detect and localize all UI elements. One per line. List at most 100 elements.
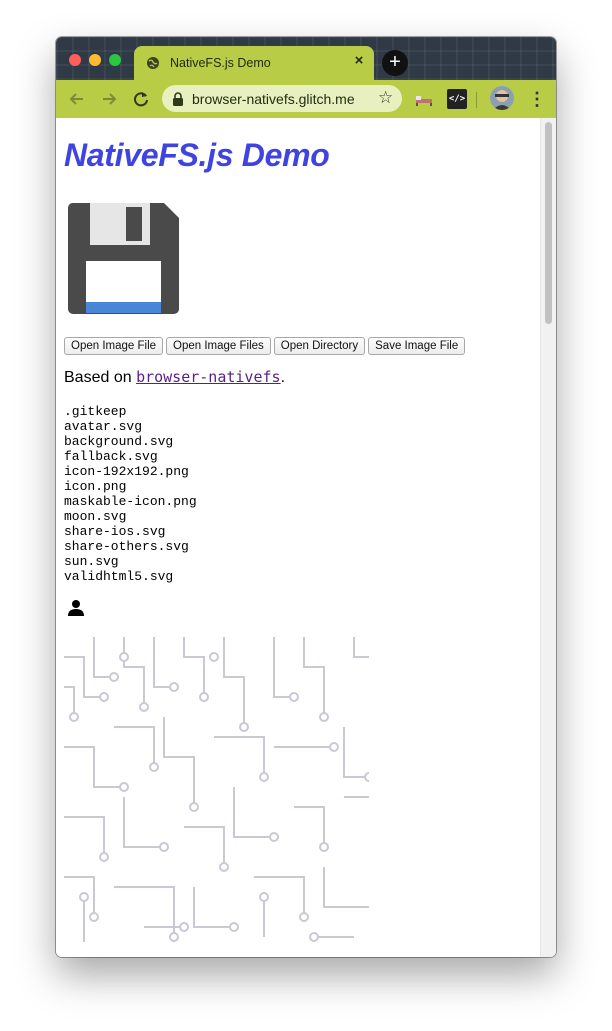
toolbar-divider <box>476 92 477 108</box>
list-item: share-others.svg <box>64 539 189 554</box>
circuit-trace <box>353 637 369 658</box>
circuit-trace <box>193 887 234 928</box>
circuit-node <box>299 912 309 922</box>
code-extension-icon[interactable]: </> <box>447 89 467 109</box>
circuit-node <box>179 922 189 932</box>
action-buttons: Open Image File Open Image Files Open Dire… <box>64 336 468 355</box>
circuit-trace <box>64 746 124 788</box>
circuit-node <box>109 672 119 682</box>
tab-close-icon[interactable]: × <box>351 53 367 69</box>
circuit-trace <box>214 736 265 777</box>
profile-avatar[interactable] <box>490 86 514 110</box>
circuit-node <box>89 912 99 922</box>
circuit-node <box>239 722 249 732</box>
back-arrow-icon[interactable] <box>66 88 88 110</box>
open-image-file-button[interactable]: Open Image File <box>64 337 164 355</box>
circuit-node <box>99 852 109 862</box>
tab-title: NativeFS.js Demo <box>170 56 271 70</box>
circuit-node <box>119 782 129 792</box>
circuit-node <box>319 842 329 852</box>
reload-icon[interactable] <box>130 88 152 110</box>
circuit-node <box>319 712 329 722</box>
list-item: maskable-icon.png <box>64 494 197 509</box>
circuit-trace <box>123 637 145 707</box>
vertical-scrollbar[interactable] <box>540 118 556 957</box>
circuit-node <box>169 682 179 692</box>
list-item: icon.png <box>64 479 127 494</box>
floppy-disk-icon <box>67 203 179 314</box>
list-item: moon.svg <box>64 509 127 524</box>
circuit-node <box>219 862 229 872</box>
browser-toolbar: browser-nativefs.glitch.me ☆ </> ⋮ <box>56 80 556 118</box>
bed-extension-icon[interactable] <box>414 89 434 109</box>
page-title: NativeFS.js Demo <box>64 137 330 173</box>
circuit-background-image <box>64 637 369 942</box>
circuit-node <box>259 772 269 782</box>
list-item: sun.svg <box>64 554 119 569</box>
based-on-suffix: . <box>280 369 286 386</box>
avatar-face-icon <box>490 86 514 110</box>
lock-icon <box>173 92 183 106</box>
browser-window: NativeFS.js Demo × + browser-nativefs.gl… <box>56 37 556 957</box>
save-image-file-button[interactable]: Save Image File <box>368 337 466 355</box>
circuit-node <box>259 892 269 902</box>
circuit-trace <box>233 787 274 838</box>
page-viewport: NativeFS.js Demo Open Image File Open Ima… <box>56 118 556 957</box>
circuit-trace <box>114 726 155 767</box>
forward-arrow-icon[interactable] <box>98 88 120 110</box>
address-bar[interactable]: browser-nativefs.glitch.me ☆ <box>162 85 402 112</box>
circuit-trace <box>123 797 164 848</box>
circuit-node <box>229 922 239 932</box>
circuit-trace <box>294 806 325 847</box>
circuit-node <box>119 652 129 662</box>
globe-icon <box>147 57 159 69</box>
based-on-text: Based on browser-nativefs. <box>64 368 285 387</box>
circuit-node <box>199 692 209 702</box>
bookmark-star-icon[interactable]: ☆ <box>378 88 393 108</box>
zoom-window-button[interactable] <box>109 54 121 66</box>
kebab-menu-icon[interactable]: ⋮ <box>528 88 546 110</box>
circuit-node <box>169 932 179 942</box>
list-item: validhtml5.svg <box>64 569 174 584</box>
tab-strip: NativeFS.js Demo × + <box>56 37 556 80</box>
circuit-trace <box>64 816 105 857</box>
open-directory-button[interactable]: Open Directory <box>273 337 366 355</box>
circuit-node <box>189 802 199 812</box>
circuit-node <box>329 742 339 752</box>
url-text: browser-nativefs.glitch.me <box>192 91 355 107</box>
circuit-trace <box>303 637 325 717</box>
circuit-trace <box>343 727 369 778</box>
circuit-node <box>79 892 89 902</box>
circuit-trace <box>153 637 174 688</box>
circuit-node <box>69 712 79 722</box>
list-item: icon-192x192.png <box>64 464 189 479</box>
circuit-node <box>149 762 159 772</box>
circuit-node <box>289 692 299 702</box>
open-image-files-button[interactable]: Open Image Files <box>166 337 271 355</box>
circuit-node <box>159 842 169 852</box>
file-list: .gitkeep avatar.svg background.svg fallb… <box>64 404 197 584</box>
list-item: background.svg <box>64 434 174 449</box>
active-tab[interactable]: NativeFS.js Demo × <box>134 46 374 80</box>
close-window-button[interactable] <box>69 54 81 66</box>
circuit-node <box>364 772 369 782</box>
circuit-node <box>209 652 219 662</box>
list-item: .gitkeep <box>64 404 127 419</box>
circuit-trace <box>93 637 114 678</box>
scrollbar-thumb[interactable] <box>545 122 552 324</box>
circuit-node <box>139 702 149 712</box>
circuit-node <box>99 692 109 702</box>
based-on-prefix: Based on <box>64 369 137 386</box>
browser-nativefs-link[interactable]: browser-nativefs <box>136 368 281 386</box>
new-tab-button[interactable]: + <box>382 50 408 76</box>
circuit-trace <box>323 867 369 908</box>
circuit-trace <box>183 637 205 697</box>
list-item: fallback.svg <box>64 449 158 464</box>
person-icon <box>68 600 84 616</box>
minimize-window-button[interactable] <box>89 54 101 66</box>
circuit-trace <box>184 826 225 867</box>
circuit-trace <box>273 637 294 698</box>
circuit-node <box>309 932 319 942</box>
list-item: avatar.svg <box>64 419 143 434</box>
circuit-trace <box>223 637 245 727</box>
